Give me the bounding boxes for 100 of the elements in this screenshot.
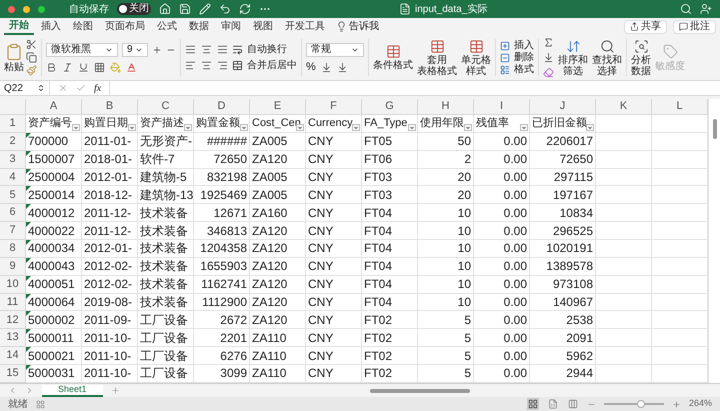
ribbon-tab[interactable]: 插入 xyxy=(36,18,66,34)
copy-icon[interactable] xyxy=(26,52,37,63)
row-header[interactable]: 1 xyxy=(0,115,26,133)
wrap-text-button[interactable]: 自动换行 xyxy=(232,44,297,55)
table-cell: 0.00 xyxy=(474,258,530,276)
cells-button[interactable]: 格式 xyxy=(500,64,534,74)
sheet-tab[interactable]: Sheet1 xyxy=(42,384,103,396)
column-header[interactable]: F xyxy=(306,99,362,115)
align-left-icon[interactable] xyxy=(185,60,196,71)
percent-button[interactable]: % xyxy=(306,62,316,72)
search-icon[interactable] xyxy=(680,3,692,15)
row-header[interactable]: 2 xyxy=(0,132,26,151)
column-header[interactable]: D xyxy=(194,99,250,115)
row-header[interactable]: 15 xyxy=(0,365,26,383)
row-header[interactable]: 9 xyxy=(0,258,26,276)
analyze-data-button[interactable]: 分析 数据 xyxy=(631,35,651,80)
filter-button[interactable] xyxy=(352,124,360,131)
align-bottom-icon[interactable] xyxy=(217,44,228,55)
column-header[interactable]: J xyxy=(530,99,596,115)
ribbon-tab[interactable]: 开发工具 xyxy=(280,18,330,34)
font-color-icon[interactable] xyxy=(126,62,137,72)
comments-button[interactable]: 批注 xyxy=(673,20,716,34)
tell-me-button[interactable]: 告诉我 xyxy=(332,19,383,34)
row-header[interactable]: 3 xyxy=(0,150,26,169)
ribbon-tab[interactable]: 页面布局 xyxy=(100,18,150,34)
editing-button[interactable]: 查找和 选择 xyxy=(592,35,622,80)
table-cell: 技术装备 xyxy=(138,204,194,222)
styles-button[interactable]: 套用 表格格式 xyxy=(417,35,457,80)
row-header[interactable]: 11 xyxy=(0,294,26,312)
column-header[interactable]: E xyxy=(250,99,306,115)
align-center-icon[interactable] xyxy=(201,60,212,71)
sum-icon[interactable] xyxy=(543,37,554,48)
column-header[interactable]: A xyxy=(26,99,82,115)
page-break-view-icon[interactable] xyxy=(566,398,579,410)
column-header[interactable]: L xyxy=(652,99,708,115)
filter-button[interactable] xyxy=(586,124,594,131)
cells-button[interactable]: 删除 xyxy=(500,52,534,62)
bold-icon[interactable] xyxy=(46,62,57,72)
row-header[interactable]: 14 xyxy=(0,347,26,366)
home-icon[interactable] xyxy=(159,3,171,15)
filter-button[interactable] xyxy=(464,124,472,131)
grow-font-icon[interactable] xyxy=(152,44,162,54)
filter-button[interactable] xyxy=(128,124,136,131)
save-icon[interactable] xyxy=(179,3,191,15)
undo-icon[interactable] xyxy=(219,3,231,15)
ribbon-tab[interactable]: 公式 xyxy=(152,18,182,34)
editing-button[interactable]: 排序和 筛选 xyxy=(558,35,588,80)
filter-button[interactable] xyxy=(520,124,528,131)
underline-icon[interactable] xyxy=(78,62,89,72)
row-header[interactable]: 13 xyxy=(0,329,26,348)
autosave-toggle[interactable]: 关闭 xyxy=(117,3,151,15)
font-size-field[interactable]: 9 xyxy=(122,42,148,56)
row-header[interactable]: 8 xyxy=(0,240,26,258)
column-header[interactable]: C xyxy=(138,99,194,115)
paste-button[interactable]: 粘贴 xyxy=(4,42,24,72)
column-header[interactable]: B xyxy=(82,99,138,115)
row-header[interactable]: 10 xyxy=(0,276,26,294)
font-name-field[interactable]: 微软雅黑 xyxy=(46,42,118,56)
filter-button[interactable] xyxy=(184,124,192,131)
row-header[interactable]: 12 xyxy=(0,311,26,330)
share-button[interactable]: 共享 xyxy=(624,20,667,34)
styles-button[interactable]: 条件格式 xyxy=(373,35,413,80)
function-button[interactable]: fx xyxy=(94,80,102,96)
border-icon[interactable] xyxy=(94,62,105,72)
ribbon-tab[interactable]: 视图 xyxy=(248,18,278,34)
column-header[interactable]: I xyxy=(474,99,530,115)
column-header[interactable]: H xyxy=(418,99,474,115)
user-icon[interactable] xyxy=(700,3,712,15)
filter-button[interactable] xyxy=(72,124,80,131)
merge-center-button[interactable]: 合并后居中 xyxy=(232,60,297,71)
column-header[interactable]: G xyxy=(362,99,418,115)
align-top-icon[interactable] xyxy=(185,44,196,55)
number-format-field[interactable]: 常规 xyxy=(306,42,364,56)
row-header[interactable]: 6 xyxy=(0,204,26,222)
clear-icon[interactable] xyxy=(543,67,554,78)
normal-view-icon[interactable] xyxy=(526,398,539,410)
column-header[interactable]: K xyxy=(596,99,652,115)
align-middle-icon[interactable] xyxy=(201,44,212,55)
horizontal-scrollbar[interactable] xyxy=(370,388,470,392)
table-cell: 0.00 xyxy=(474,276,530,294)
filter-button[interactable] xyxy=(408,124,416,131)
cells-button[interactable]: 插入 xyxy=(500,40,534,50)
cut-icon[interactable] xyxy=(26,39,37,50)
vertical-scrollbar[interactable] xyxy=(712,119,716,139)
page-layout-view-icon[interactable] xyxy=(546,398,559,410)
italic-icon[interactable] xyxy=(62,62,73,72)
name-box[interactable]: Q22 xyxy=(0,81,50,95)
cell-text: 4000043 xyxy=(28,260,75,272)
row-header[interactable]: 4 xyxy=(0,168,26,186)
row-header[interactable]: 7 xyxy=(0,222,26,240)
ribbon-tab[interactable]: 审阅 xyxy=(216,18,246,34)
zoom-slider[interactable] xyxy=(604,399,664,409)
ribbon-tab[interactable]: 数据 xyxy=(184,18,214,34)
styles-button[interactable]: 单元格 样式 xyxy=(461,35,491,80)
ribbon-tab[interactable]: 绘图 xyxy=(68,18,98,34)
align-right-icon[interactable] xyxy=(217,60,228,71)
fill-color-icon[interactable] xyxy=(110,62,121,72)
row-header[interactable]: 5 xyxy=(0,186,26,204)
filter-button[interactable] xyxy=(240,124,248,131)
edit-icon[interactable] xyxy=(199,3,211,15)
